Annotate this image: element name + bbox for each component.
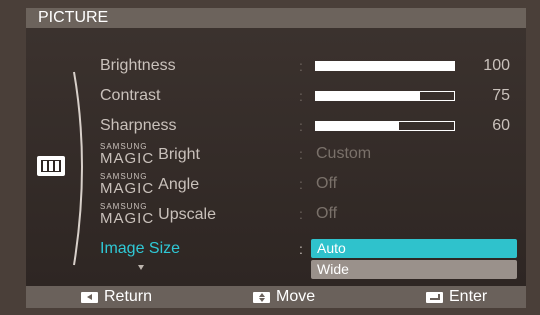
brightness-bar-fill (316, 62, 454, 70)
magic-upscale-value: Off (316, 205, 338, 222)
enter-key-icon (426, 291, 443, 303)
menu-item-brightness[interactable]: Brightness : 100 (100, 55, 520, 77)
scroll-down-icon[interactable] (138, 265, 144, 270)
move-hint[interactable]: Move (253, 288, 315, 306)
return-label: Return (104, 288, 153, 305)
menu-title: PICTURE (26, 8, 526, 28)
image-size-label: Image Size (100, 240, 181, 257)
magic-logo: SAMSUNG MAGIC (100, 172, 155, 197)
sharpness-bar[interactable] (315, 121, 455, 131)
magic-logo: SAMSUNG MAGIC (100, 202, 155, 227)
contrast-value: 75 (492, 87, 510, 104)
option-wide[interactable]: Wide (311, 260, 517, 279)
magic-bright-value: Custom (316, 145, 372, 162)
enter-hint[interactable]: Enter (426, 288, 487, 306)
menu-item-magic-upscale[interactable]: SAMSUNG MAGIC Upscale : Off (100, 202, 520, 227)
contrast-bar-fill (316, 92, 420, 100)
magic-bright-label: Bright (158, 146, 200, 163)
menu-item-sharpness[interactable]: Sharpness : 60 (100, 115, 520, 137)
return-hint[interactable]: Return (81, 288, 152, 306)
sharpness-value: 60 (492, 117, 510, 134)
magic-upscale-label: Upscale (158, 206, 216, 223)
option-auto[interactable]: Auto (311, 239, 517, 258)
menu-item-magic-angle[interactable]: SAMSUNG MAGIC Angle : Off (100, 172, 520, 197)
menu-item-magic-bright[interactable]: SAMSUNG MAGIC Bright : Custom (100, 142, 520, 167)
decorative-arc (73, 71, 83, 266)
magic-logo: SAMSUNG MAGIC (100, 142, 155, 167)
magic-angle-label: Angle (158, 176, 200, 193)
enter-label: Enter (449, 288, 488, 305)
contrast-bar[interactable] (315, 91, 455, 101)
magic-angle-value: Off (316, 175, 338, 192)
brightness-label: Brightness (100, 57, 176, 74)
picture-icon (37, 156, 65, 176)
move-label: Move (276, 288, 316, 305)
contrast-label: Contrast (100, 87, 161, 104)
brightness-value: 100 (483, 57, 510, 74)
sharpness-bar-fill (316, 122, 399, 130)
sharpness-label: Sharpness (100, 117, 177, 134)
image-size-dropdown[interactable]: Auto Wide (311, 239, 517, 279)
menu-item-contrast[interactable]: Contrast : 75 (100, 85, 520, 107)
brightness-bar[interactable] (315, 61, 455, 71)
up-down-key-icon (253, 291, 270, 303)
return-key-icon (81, 291, 98, 303)
footer-bar: Return Move Enter (26, 286, 526, 308)
